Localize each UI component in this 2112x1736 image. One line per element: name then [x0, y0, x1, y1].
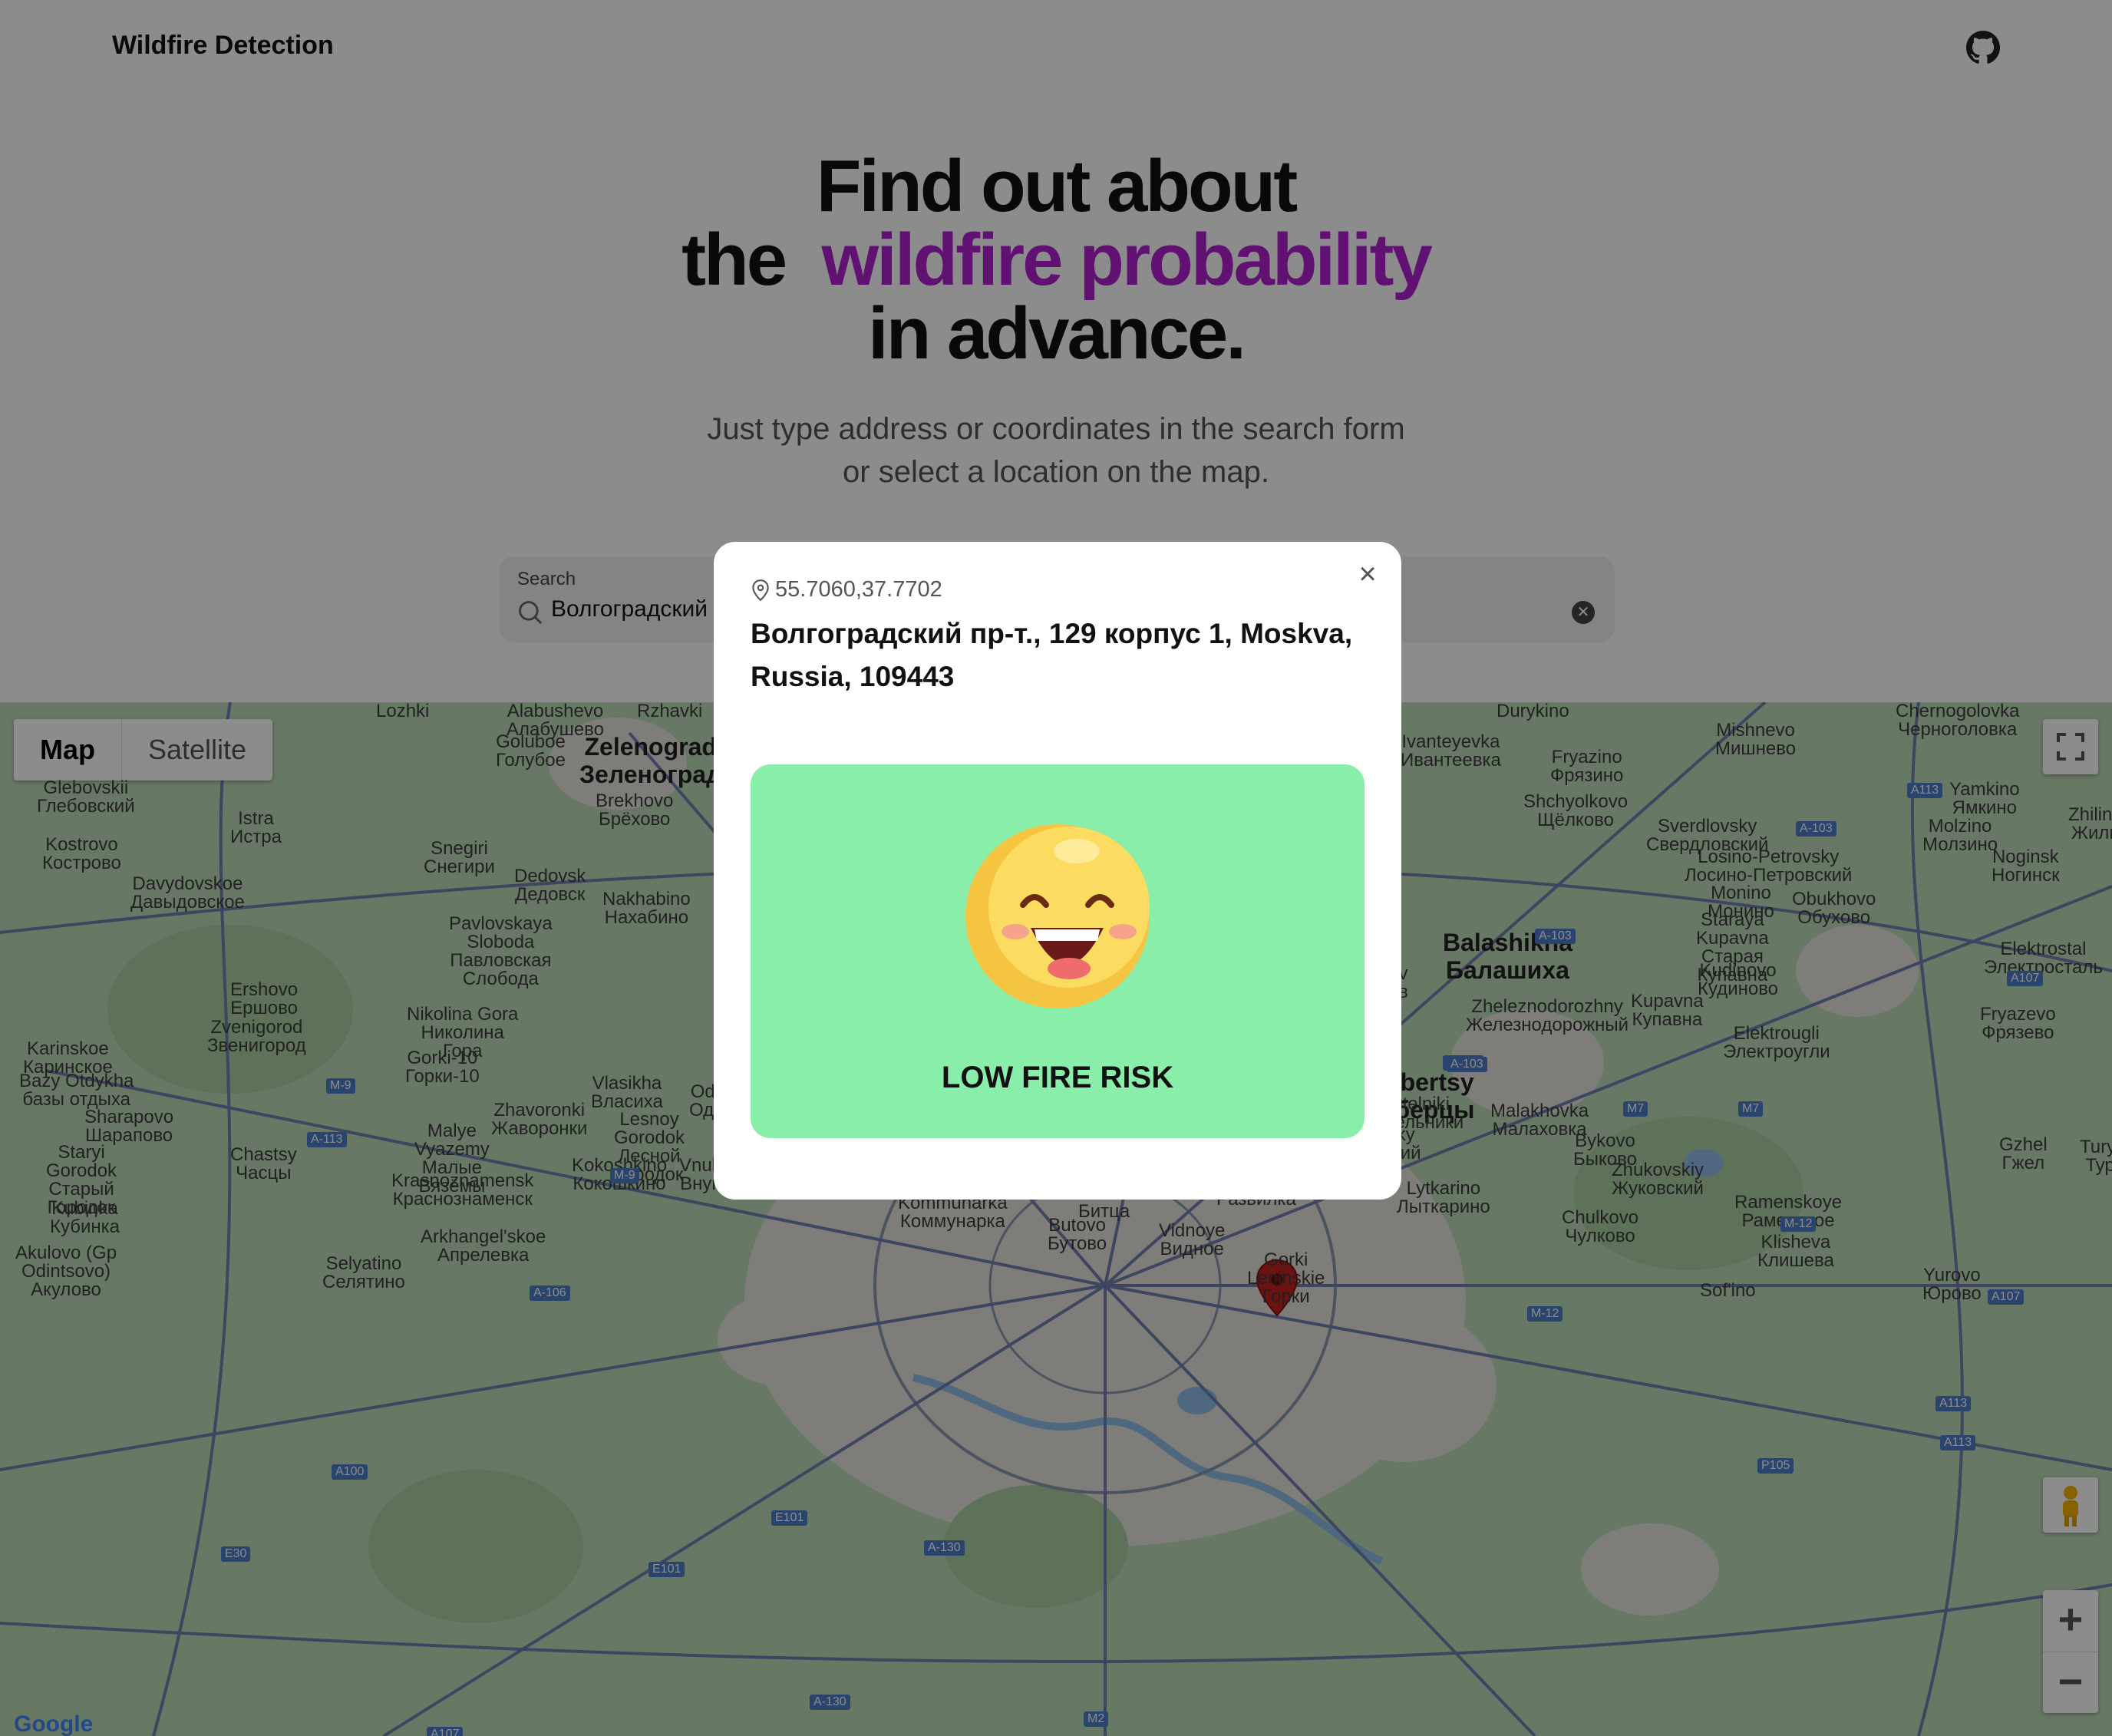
risk-level-label: LOW FIRE RISK [941, 1061, 1174, 1094]
map-marker-icon [752, 579, 769, 601]
coordinates-text: 55.7060,37.7702 [775, 577, 942, 602]
smiley-face-icon [965, 824, 1150, 1008]
fire-risk-dialog: × 55.7060,37.7702 Волгоградский пр-т., 1… [714, 542, 1401, 1200]
risk-card: LOW FIRE RISK [751, 764, 1365, 1138]
close-button[interactable]: × [1355, 559, 1380, 589]
address-text: Волгоградский пр-т., 129 корпус 1, Moskv… [751, 618, 1353, 692]
coordinates-row: 55.7060,37.7702 [751, 577, 942, 602]
